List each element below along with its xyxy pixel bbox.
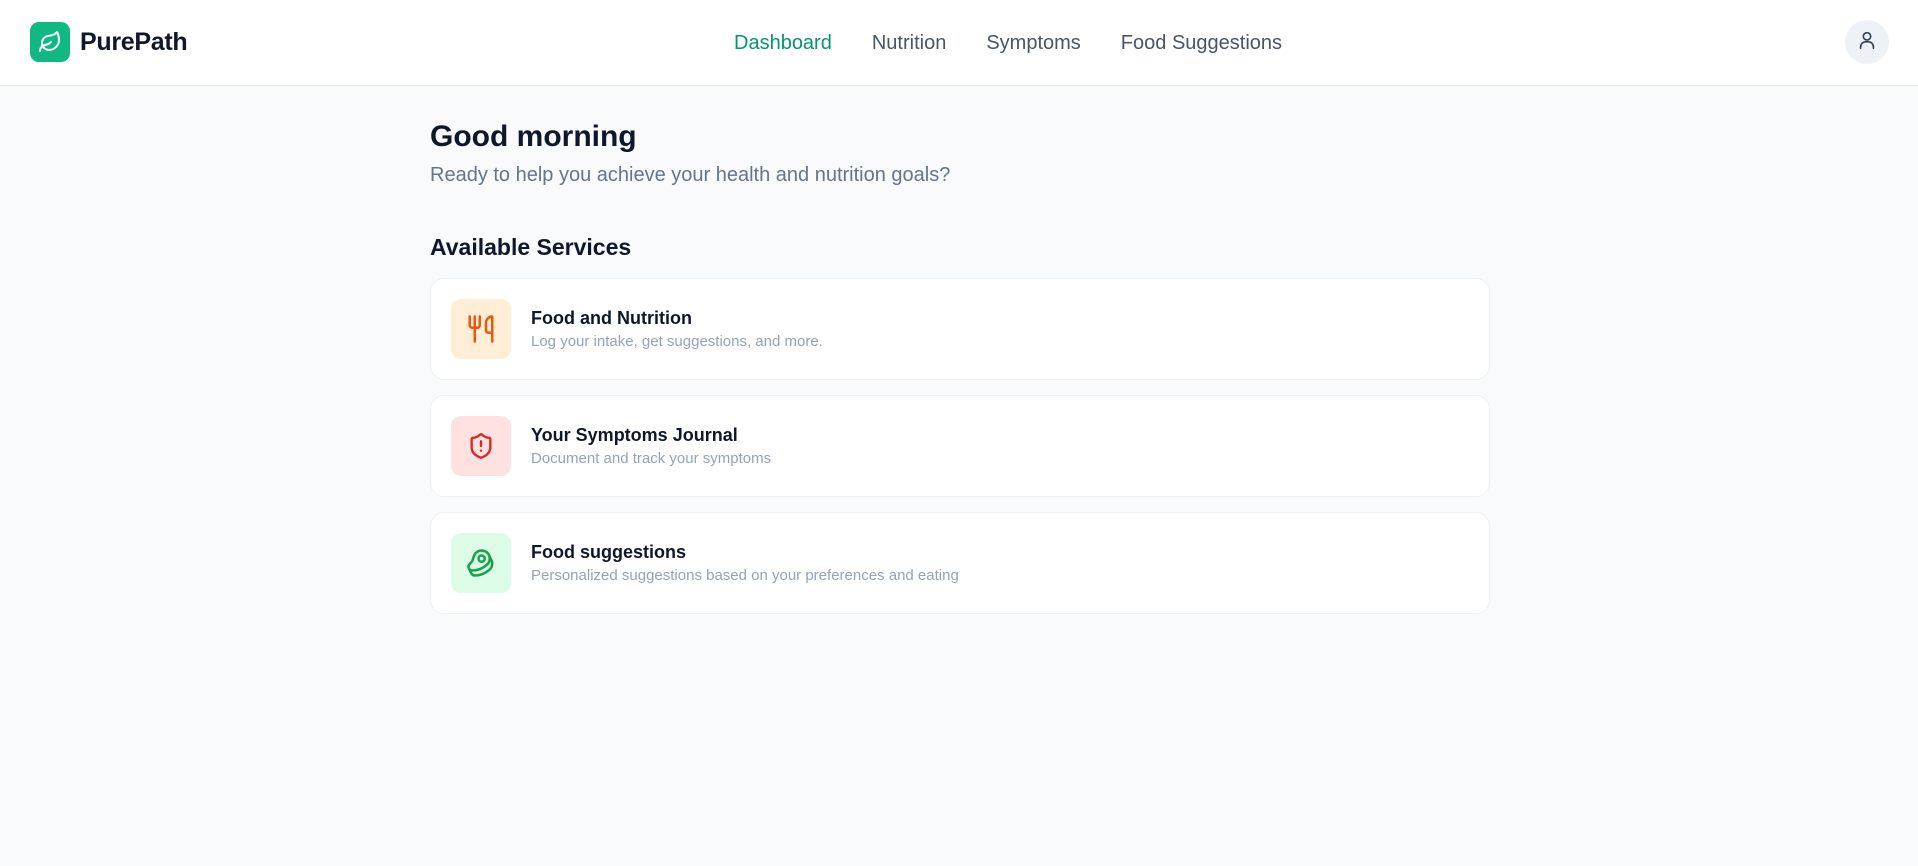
brand-name: PurePath (80, 27, 188, 56)
dashboard-main: Good morning Ready to help you achieve y… (430, 118, 1490, 629)
service-description: Document and track your symptoms (531, 450, 772, 467)
user-icon (1856, 29, 1878, 56)
main-nav: Dashboard Nutrition Symptoms Food Sugges… (734, 0, 1282, 86)
greeting-subtitle: Ready to help you achieve your health an… (430, 164, 951, 186)
nav-item-food-suggestions[interactable]: Food Suggestions (1121, 32, 1282, 55)
service-title: Food and Nutrition (531, 308, 692, 328)
nav-item-symptoms[interactable]: Symptoms (986, 32, 1080, 55)
fork-knife-icon (451, 299, 511, 359)
shield-alert-icon (451, 416, 511, 476)
user-avatar-button[interactable] (1845, 20, 1889, 64)
service-title: Food suggestions (531, 542, 686, 562)
brand-logo-link[interactable]: PurePath (30, 22, 188, 62)
services-list: Food and Nutrition Log your intake, get … (430, 278, 1490, 614)
service-title: Your Symptoms Journal (531, 425, 738, 445)
service-card-symptoms-journal[interactable]: Your Symptoms Journal Document and track… (430, 395, 1490, 497)
services-section-title: Available Services (430, 234, 632, 260)
beef-icon (451, 533, 511, 593)
service-card-food-suggestions[interactable]: Food suggestions Personalized suggestion… (430, 512, 1490, 614)
service-description: Personalized suggestions based on your p… (531, 567, 959, 584)
nav-item-dashboard[interactable]: Dashboard (734, 32, 832, 55)
top-navbar: PurePath Dashboard Nutrition Symptoms Fo… (0, 0, 1918, 86)
service-card-food-nutrition[interactable]: Food and Nutrition Log your intake, get … (430, 278, 1490, 380)
service-description: Log your intake, get suggestions, and mo… (531, 333, 823, 350)
leaf-icon (30, 22, 70, 62)
nav-item-nutrition[interactable]: Nutrition (872, 32, 946, 55)
greeting-heading: Good morning (430, 120, 637, 153)
